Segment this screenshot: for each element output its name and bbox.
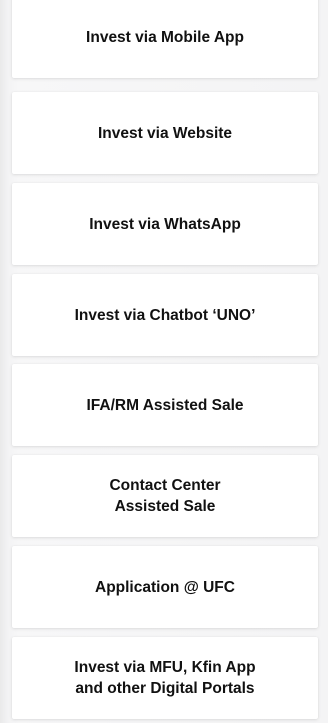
channel-whatsapp[interactable]: Invest via WhatsApp	[12, 183, 318, 265]
channel-website[interactable]: Invest via Website	[12, 92, 318, 174]
channel-label: Invest via WhatsApp	[89, 215, 241, 233]
channel-label: Invest via Chatbot ‘UNO’	[74, 306, 256, 324]
channel-label: Application @ UFC	[95, 578, 235, 596]
channel-label: IFA/RM Assisted Sale	[86, 396, 244, 414]
channel-mobile-app[interactable]: Invest via Mobile App	[12, 0, 318, 78]
channel-label: Contact Center Assisted Sale	[109, 477, 221, 515]
channel-label: Invest via Website	[97, 124, 233, 142]
channel-label: Invest via Mobile App	[86, 28, 244, 46]
channel-chatbot-uno[interactable]: Invest via Chatbot ‘UNO’	[12, 274, 318, 356]
channel-contact-center[interactable]: Contact Center Assisted Sale	[12, 455, 318, 537]
channel-application-ufc[interactable]: Application @ UFC	[12, 546, 318, 628]
investment-channels-panel: Invest via Mobile App Invest via Website…	[0, 0, 328, 723]
channel-mfu-kfin-digital-portals[interactable]: Invest via MFU, Kfin App and other Digit…	[12, 637, 318, 719]
channel-label: Invest via MFU, Kfin App and other Digit…	[74, 659, 256, 697]
channel-ifa-rm-assisted[interactable]: IFA/RM Assisted Sale	[12, 364, 318, 446]
